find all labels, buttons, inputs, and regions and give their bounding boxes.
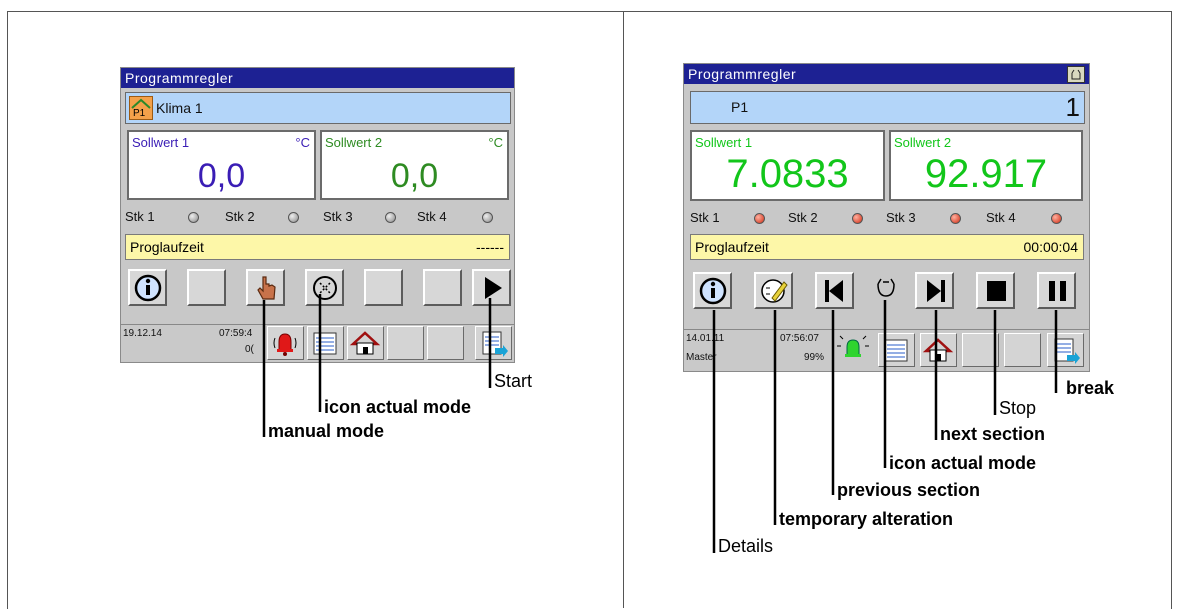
stop-callout: Stop <box>999 398 1037 418</box>
next-section-callout: next section <box>940 424 1046 444</box>
callout-lines <box>262 294 1058 553</box>
previous-section-callout: previous section <box>837 480 981 500</box>
manual-mode-callout: manual mode <box>268 421 385 441</box>
start-callout: Start <box>494 371 533 391</box>
temporary-alteration-callout: temporary alteration <box>779 509 954 529</box>
break-callout: break <box>1066 378 1115 398</box>
right-actual-mode-callout: icon actual mode <box>889 453 1037 473</box>
left-actual-mode-callout: icon actual mode <box>324 397 472 417</box>
details-callout: Details <box>718 536 774 556</box>
